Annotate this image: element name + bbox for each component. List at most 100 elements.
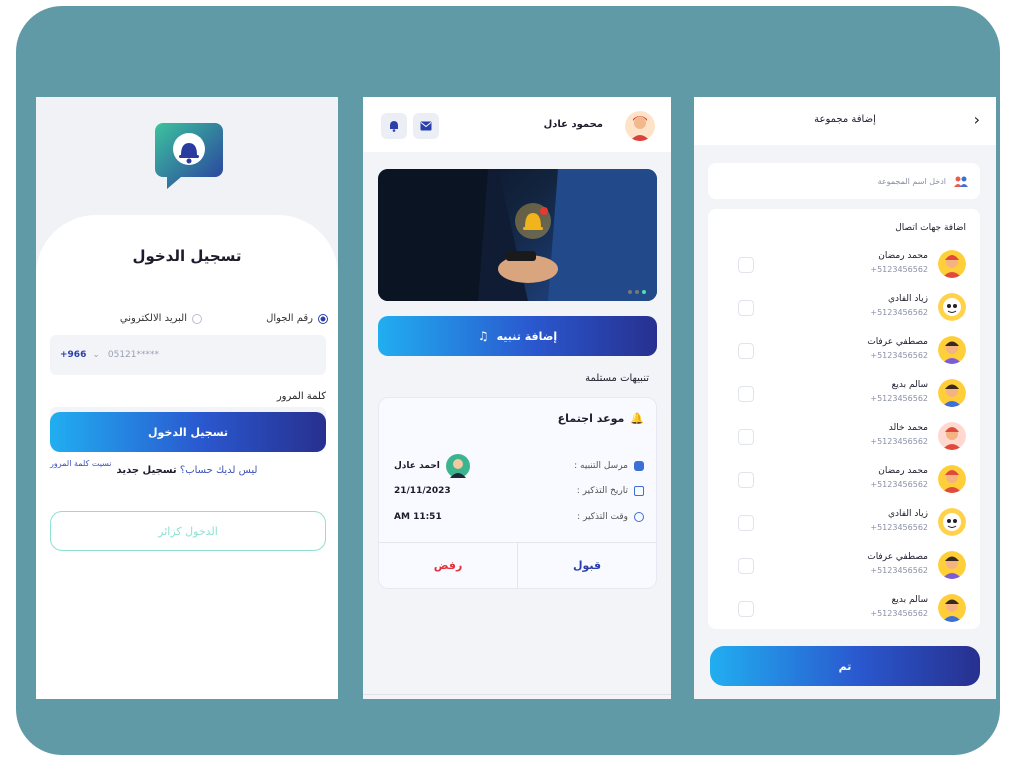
reject-button[interactable]: رفض <box>379 543 517 588</box>
contact-row[interactable]: زياد الفادي +5123456562 <box>708 286 980 328</box>
contact-name: محمد رمضان <box>878 466 928 476</box>
contact-phone: +5123456562 <box>870 437 928 446</box>
sender-label: مرسل التنبيه : <box>574 461 628 471</box>
radio-dot <box>192 313 202 324</box>
contact-checkbox[interactable] <box>738 257 754 273</box>
radio-phone[interactable]: رقم الجوال <box>266 313 328 324</box>
group-name-input[interactable]: ادخل اسم المجموعة <box>708 163 980 199</box>
notification-title: موعد اجتماع <box>557 412 625 425</box>
mail-icon <box>420 121 432 131</box>
messages-button[interactable] <box>413 113 439 139</box>
no-account-text: ليس لديك حساب؟ <box>179 465 258 476</box>
sender-row: مرسل التنبيه : احمد عادل <box>394 454 644 478</box>
bell-icon <box>390 121 398 132</box>
received-alerts-title: تنبيهات مستلمة <box>585 373 649 384</box>
date-label: تاريخ التذكير : <box>576 486 628 496</box>
contact-phone: +5123456562 <box>870 308 928 317</box>
login-title: تسجيل الدخول <box>132 247 242 265</box>
contact-checkbox[interactable] <box>738 601 754 617</box>
login-method-selector: رقم الجوال البريد الالكتروني <box>50 313 328 333</box>
contact-name: زياد الفادي <box>887 509 928 519</box>
contact-avatar <box>938 250 966 278</box>
notification-title-row: 🔔 موعد اجتماع <box>558 412 644 425</box>
accept-button[interactable]: قبول <box>517 543 656 588</box>
contact-name: مصطفي عرفات <box>867 552 928 562</box>
contact-phone: +5123456562 <box>870 566 928 575</box>
radio-phone-label: رقم الجوال <box>266 313 313 324</box>
login-screen: تسجيل الدخول رقم الجوال البريد الالكترون… <box>36 97 338 699</box>
guest-login-button[interactable]: الدخول كزائر <box>50 511 326 551</box>
contact-avatar <box>938 379 966 407</box>
contact-checkbox[interactable] <box>738 515 754 531</box>
bell-icon: 🔔 <box>630 412 644 425</box>
calendar-icon <box>634 486 644 496</box>
radio-dot-selected <box>318 313 328 324</box>
page-title: إضافة مجموعة <box>814 114 876 125</box>
app-logo-icon <box>155 123 223 189</box>
signup-link[interactable]: تسجيل جديد <box>117 465 177 476</box>
contact-name: محمد رمضان <box>878 251 928 261</box>
contact-row[interactable]: سالم بديع +5123456562 <box>708 587 980 629</box>
contact-row[interactable]: محمد رمضان +5123456562 <box>708 243 980 285</box>
signup-row: ليس لديك حساب؟ تسجيل جديد <box>36 465 338 476</box>
password-label: كلمة المرور <box>276 391 326 402</box>
home-screen: محمود عادل إضافة تنبيه ♫ تنبيهات مستلمة <box>363 97 671 699</box>
home-topbar: محمود عادل <box>363 97 671 152</box>
contact-name: محمد خالد <box>888 423 928 433</box>
login-button[interactable]: تسجيل الدخول <box>50 412 326 452</box>
contact-name: مصطفي عرفات <box>867 337 928 347</box>
contact-phone: +5123456562 <box>870 265 928 274</box>
date-value: 21/11/2023 <box>394 486 451 496</box>
user-icon <box>634 461 644 471</box>
time-label: وقت التذكير : <box>577 512 628 522</box>
contact-name: سالم بديع <box>891 380 928 390</box>
notification-actions: قبول رفض <box>379 542 656 588</box>
contacts-header: اضافة جهات اتصال <box>895 223 966 233</box>
notification-card: 🔔 موعد اجتماع مرسل التنبيه : احمد عادل ت… <box>378 397 657 589</box>
country-code[interactable]: +966 <box>60 350 86 360</box>
login-card: تسجيل الدخول رقم الجوال البريد الالكترون… <box>36 215 338 699</box>
add-alert-label: إضافة تنبيه <box>496 329 558 343</box>
radio-email-label: البريد الالكتروني <box>119 313 187 324</box>
contact-phone: +5123456562 <box>870 394 928 403</box>
sender-name: احمد عادل <box>394 461 440 471</box>
user-avatar[interactable] <box>625 111 655 141</box>
contact-checkbox[interactable] <box>738 386 754 402</box>
contact-row[interactable]: محمد خالد +5123456562 <box>708 415 980 457</box>
date-row: تاريخ التذكير : 21/11/2023 <box>394 486 644 496</box>
radio-email[interactable]: البريد الالكتروني <box>120 313 202 324</box>
contact-checkbox[interactable] <box>738 472 754 488</box>
hero-image <box>378 169 657 301</box>
group-name-placeholder: ادخل اسم المجموعة <box>877 176 946 186</box>
group-icon <box>954 176 968 187</box>
contact-phone: +5123456562 <box>870 480 928 489</box>
contact-row[interactable]: مصطفي عرفات +5123456562 <box>708 544 980 586</box>
back-arrow-icon[interactable]: › <box>974 110 980 129</box>
contact-row[interactable]: سالم بديع +5123456562 <box>708 372 980 414</box>
contact-avatar <box>938 594 966 622</box>
contact-phone: +5123456562 <box>870 609 928 618</box>
user-name: محمود عادل <box>543 119 603 130</box>
time-value: 11:51 AM <box>394 512 442 522</box>
time-row: وقت التذكير : 11:51 AM <box>394 512 644 522</box>
contact-avatar <box>938 293 966 321</box>
add-alert-button[interactable]: إضافة تنبيه ♫ <box>378 316 657 356</box>
contact-row[interactable]: محمد رمضان +5123456562 <box>708 458 980 500</box>
contact-checkbox[interactable] <box>738 343 754 359</box>
chevron-down-icon[interactable]: ⌄ <box>92 350 100 360</box>
contact-avatar <box>938 508 966 536</box>
contact-checkbox[interactable] <box>738 558 754 574</box>
contact-avatar <box>938 551 966 579</box>
contact-row[interactable]: زياد الفادي +5123456562 <box>708 501 980 543</box>
phone-field[interactable]: +966 ⌄ 05121***** <box>50 335 326 375</box>
done-button[interactable]: تم <box>710 646 980 686</box>
contact-row[interactable]: مصطفي عرفات +5123456562 <box>708 329 980 371</box>
contact-avatar <box>938 422 966 450</box>
phone-input[interactable]: 05121***** <box>108 350 159 360</box>
notifications-button[interactable] <box>381 113 407 139</box>
contacts-list: اضافة جهات اتصال محمد رمضان +5123456562 … <box>708 209 980 629</box>
contact-avatar <box>938 336 966 364</box>
contact-checkbox[interactable] <box>738 300 754 316</box>
contact-checkbox[interactable] <box>738 429 754 445</box>
add-group-topbar: إضافة مجموعة › <box>694 97 996 145</box>
